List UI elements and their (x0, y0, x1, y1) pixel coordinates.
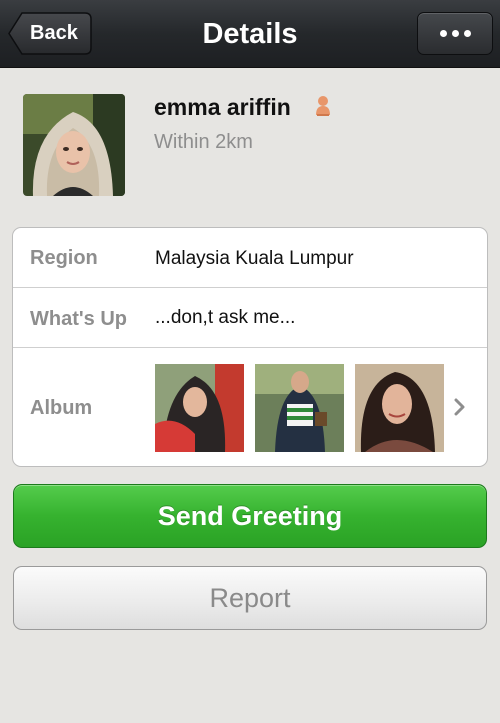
whatsup-row: What's Up ...don,t ask me... (13, 288, 487, 348)
profile-name: emma ariffin (154, 94, 291, 120)
more-dots-icon (439, 30, 447, 37)
female-icon (316, 96, 330, 116)
region-label: Region (30, 247, 98, 269)
more-button[interactable] (417, 12, 493, 55)
avatar[interactable] (23, 94, 125, 196)
info-card: Region Malaysia Kuala Lumpur What's Up .… (12, 227, 488, 467)
whatsup-value: ...don,t ask me... (155, 307, 296, 328)
region-value: Malaysia Kuala Lumpur (155, 248, 354, 269)
album-photo-3[interactable] (355, 364, 444, 452)
album-photo-2[interactable] (255, 364, 344, 452)
send-greeting-button[interactable]: Send Greeting (13, 484, 487, 548)
nav-bar: Details Back (0, 0, 500, 68)
distance-text: Within 2km (154, 131, 253, 153)
album-label: Album (30, 397, 93, 419)
back-label: Back (30, 22, 78, 44)
album-photo-1[interactable] (155, 364, 244, 452)
avatar-photo (23, 94, 125, 196)
chevron-right-icon (454, 398, 465, 416)
region-row: Region Malaysia Kuala Lumpur (13, 228, 487, 288)
report-button[interactable]: Report (13, 566, 487, 630)
back-button[interactable]: Back (8, 12, 92, 55)
whatsup-label: What's Up (30, 308, 127, 330)
